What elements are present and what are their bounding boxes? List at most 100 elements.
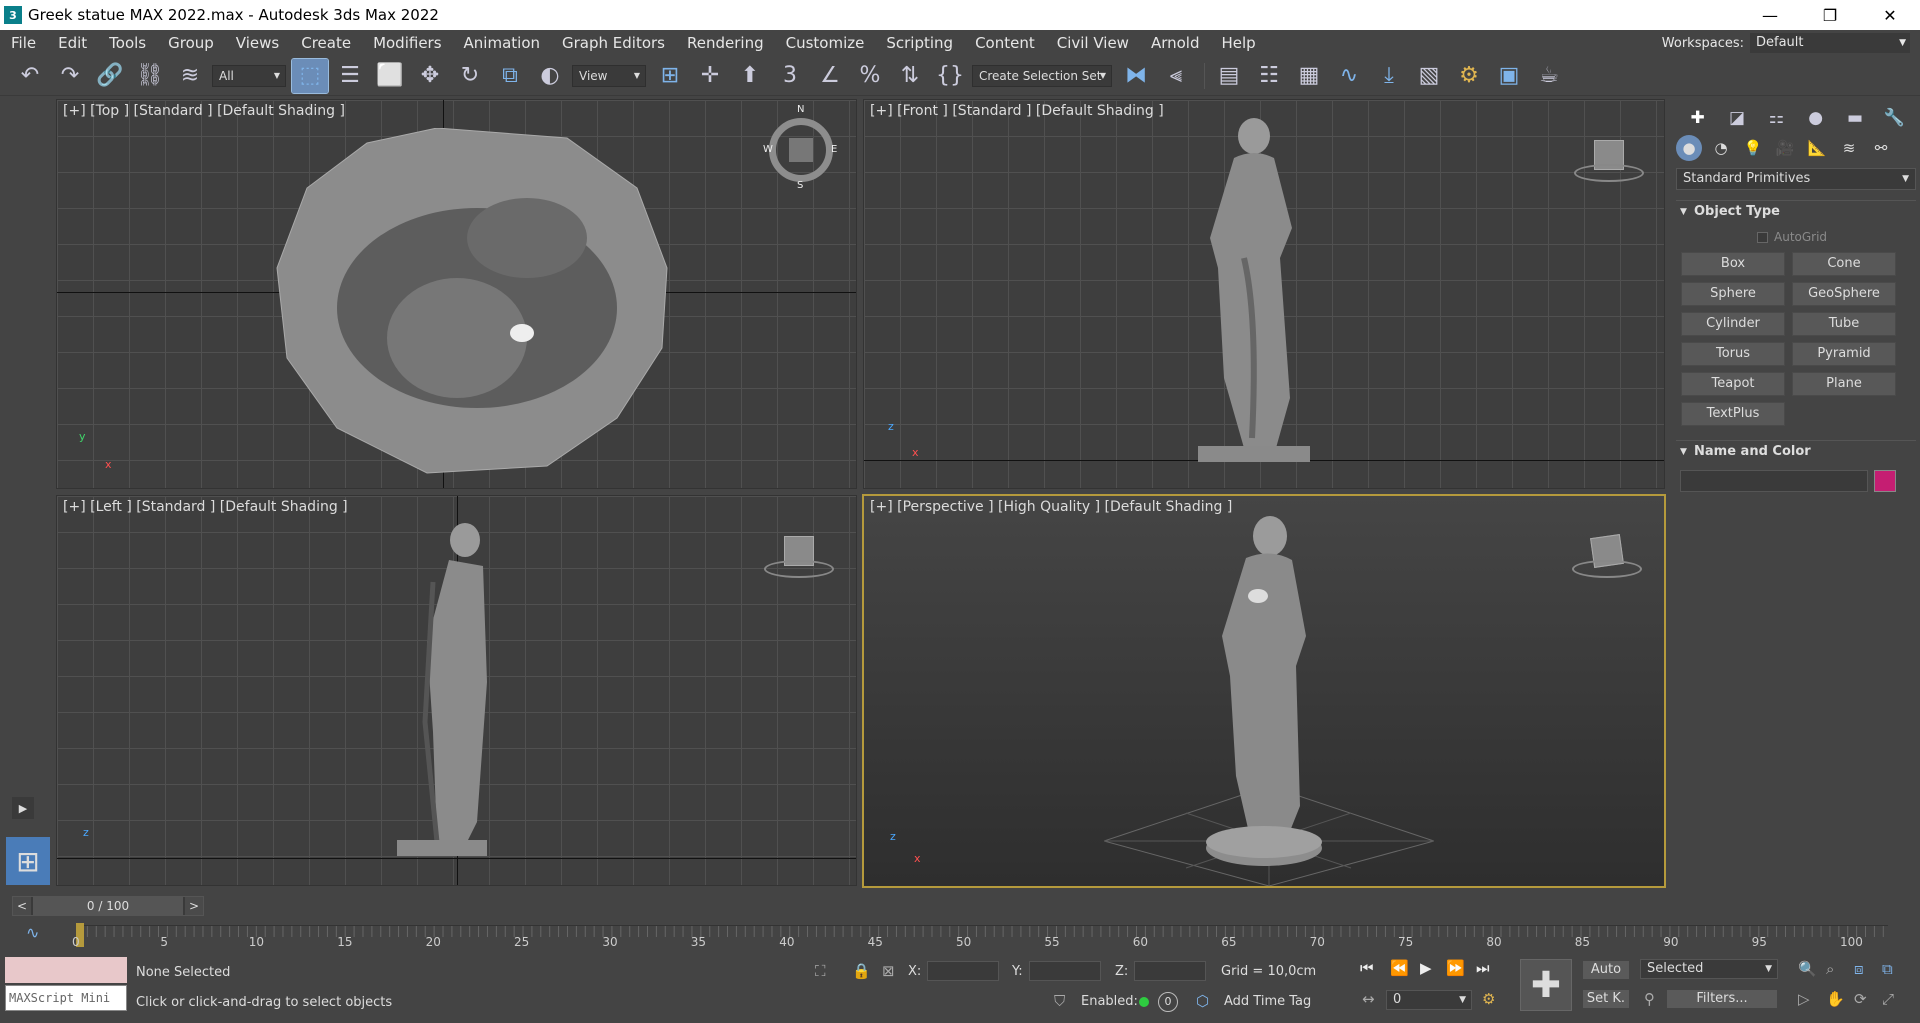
- keyboard-shortcut-icon[interactable]: ⬆: [732, 59, 768, 93]
- cameras-icon[interactable]: 🎥: [1772, 135, 1798, 161]
- curve-editor-mini-icon[interactable]: ∿: [26, 923, 39, 942]
- angle-snap-icon[interactable]: ∠: [812, 59, 848, 93]
- viewcube[interactable]: [1574, 130, 1644, 190]
- auto-key-button[interactable]: Auto: [1582, 960, 1630, 980]
- set-key-icon[interactable]: ✚: [1520, 959, 1572, 1011]
- workspace-dropdown[interactable]: Default: [1750, 33, 1910, 53]
- torus-button[interactable]: Torus: [1681, 342, 1785, 366]
- restore-button[interactable]: ❐: [1800, 0, 1860, 30]
- menu-edit[interactable]: Edit: [47, 30, 98, 56]
- close-button[interactable]: ✕: [1860, 0, 1920, 30]
- autogrid-option[interactable]: AutoGrid: [1757, 230, 1920, 244]
- pan-view-icon[interactable]: ✋: [1826, 990, 1845, 1008]
- z-field[interactable]: [1134, 961, 1207, 981]
- menu-scripting[interactable]: Scripting: [875, 30, 964, 56]
- viewcube-compass[interactable]: N S E W: [763, 104, 837, 191]
- rendered-frame-window-icon[interactable]: ▣: [1491, 59, 1527, 93]
- select-manipulate-icon[interactable]: ✛: [692, 59, 728, 93]
- filters-button[interactable]: Filters...: [1666, 989, 1778, 1009]
- maxscript-output[interactable]: [5, 957, 127, 983]
- select-move-icon[interactable]: ✥: [412, 59, 448, 93]
- pivot-center-icon[interactable]: ⊞: [652, 59, 688, 93]
- modify-tab-icon[interactable]: ◪: [1723, 105, 1751, 131]
- primitive-category-dropdown[interactable]: Standard Primitives: [1676, 168, 1916, 190]
- undo-icon[interactable]: ↶: [12, 59, 48, 93]
- viewport-left[interactable]: z [+] [Left ] [Standard ] [Default Shadi…: [56, 495, 857, 886]
- name-and-color-rollout[interactable]: Name and Color: [1676, 440, 1916, 463]
- viewport-top-label[interactable]: [+] [Top ] [Standard ] [Default Shading …: [63, 103, 345, 119]
- orbit-icon[interactable]: ⟳: [1854, 990, 1867, 1008]
- time-slider-value[interactable]: 0 / 100: [33, 897, 183, 915]
- render-production-icon[interactable]: ☕: [1531, 59, 1567, 93]
- key-filter-dropdown[interactable]: Selected: [1640, 959, 1778, 979]
- y-field[interactable]: [1028, 961, 1101, 981]
- redo-icon[interactable]: ↷: [52, 59, 88, 93]
- next-frame-icon[interactable]: ⏩: [1446, 959, 1465, 977]
- menu-customize[interactable]: Customize: [775, 30, 876, 56]
- layer-explorer-icon[interactable]: ☷: [1251, 59, 1287, 93]
- maxscript-mini-listener[interactable]: MAXScript Mini: [5, 957, 127, 1013]
- menu-arnold[interactable]: Arnold: [1140, 30, 1211, 56]
- viewcube[interactable]: [1572, 526, 1642, 586]
- menu-civil-view[interactable]: Civil View: [1046, 30, 1140, 56]
- key-mode-icon[interactable]: ⚲: [1644, 990, 1655, 1008]
- systems-icon[interactable]: ⚯: [1868, 135, 1894, 161]
- textplus-button[interactable]: TextPlus: [1681, 402, 1785, 426]
- time-tag-icon[interactable]: ⬡: [1196, 992, 1209, 1010]
- tube-button[interactable]: Tube: [1792, 312, 1896, 336]
- selection-lock-icon[interactable]: 🔒: [852, 962, 871, 980]
- absolute-mode-icon[interactable]: ⊠: [882, 962, 895, 980]
- menu-file[interactable]: File: [0, 30, 47, 56]
- menu-content[interactable]: Content: [964, 30, 1046, 56]
- current-frame-field[interactable]: 0: [1386, 990, 1472, 1010]
- shapes-icon[interactable]: ◔: [1708, 135, 1734, 161]
- lights-icon[interactable]: 💡: [1740, 135, 1766, 161]
- spinner-snap-icon[interactable]: ⇅: [892, 59, 928, 93]
- isolate-selection-icon[interactable]: ⛶: [815, 962, 826, 980]
- plane-button[interactable]: Plane: [1792, 372, 1896, 396]
- zoom-icon[interactable]: 🔍: [1798, 960, 1817, 978]
- hierarchy-tab-icon[interactable]: ⚏: [1762, 105, 1790, 131]
- pyramid-button[interactable]: Pyramid: [1792, 342, 1896, 366]
- geosphere-button[interactable]: GeoSphere: [1792, 282, 1896, 306]
- menu-create[interactable]: Create: [290, 30, 362, 56]
- viewcube[interactable]: [764, 526, 834, 586]
- menu-help[interactable]: Help: [1211, 30, 1267, 56]
- viewport-top[interactable]: N S E W y x [+] [Top ] [Standard ] [Defa…: [56, 99, 857, 489]
- utilities-tab-icon[interactable]: 🔧: [1880, 105, 1908, 131]
- geometry-icon[interactable]: ●: [1676, 135, 1702, 161]
- toggle-ribbon-icon[interactable]: ▦: [1291, 59, 1327, 93]
- x-field[interactable]: [927, 961, 1000, 981]
- select-by-name-icon[interactable]: ☰: [332, 59, 368, 93]
- motion-tab-icon[interactable]: ●: [1802, 105, 1830, 131]
- autogrid-checkbox[interactable]: [1757, 231, 1768, 243]
- select-object-icon[interactable]: ⬚: [291, 57, 329, 94]
- adaptive-degradation-icon[interactable]: ⛉: [1054, 992, 1065, 1010]
- viewport-layout-icon[interactable]: ⊞: [6, 837, 50, 885]
- time-configuration-icon[interactable]: ⚙: [1482, 990, 1495, 1008]
- add-time-tag[interactable]: Add Time Tag: [1224, 994, 1311, 1009]
- helpers-icon[interactable]: 📐: [1804, 135, 1830, 161]
- zoom-extents-icon[interactable]: ⧈: [1854, 960, 1864, 978]
- viewport-front[interactable]: z x [+] [Front ] [Standard ] [Default Sh…: [863, 99, 1665, 489]
- scene-explorer-icon[interactable]: ▤: [1211, 59, 1247, 93]
- viewport-left-label[interactable]: [+] [Left ] [Standard ] [Default Shading…: [63, 499, 348, 515]
- rectangular-selection-icon[interactable]: ⬜: [372, 59, 408, 93]
- schematic-view-icon[interactable]: ⤓: [1371, 59, 1407, 93]
- sphere-button[interactable]: Sphere: [1681, 282, 1785, 306]
- time-slider[interactable]: < 0 / 100 >: [12, 896, 204, 916]
- menu-animation[interactable]: Animation: [453, 30, 551, 56]
- mirror-icon[interactable]: ⧓: [1118, 59, 1154, 93]
- go-to-start-icon[interactable]: ⏮: [1360, 959, 1374, 977]
- menu-rendering[interactable]: Rendering: [676, 30, 775, 56]
- object-color-swatch[interactable]: [1874, 470, 1896, 492]
- material-editor-icon[interactable]: ▧: [1411, 59, 1447, 93]
- play-triangle-icon[interactable]: ▶: [12, 797, 34, 819]
- menu-modifiers[interactable]: Modifiers: [362, 30, 452, 56]
- space-warps-icon[interactable]: ≋: [1836, 135, 1862, 161]
- bind-space-warp-icon[interactable]: ≋: [172, 59, 208, 93]
- field-of-view-icon[interactable]: ▷: [1798, 990, 1810, 1008]
- snaps-toggle-icon[interactable]: 3: [772, 59, 808, 93]
- viewcube-cube[interactable]: [789, 138, 813, 162]
- zoom-all-icon[interactable]: ⌕: [1826, 960, 1834, 978]
